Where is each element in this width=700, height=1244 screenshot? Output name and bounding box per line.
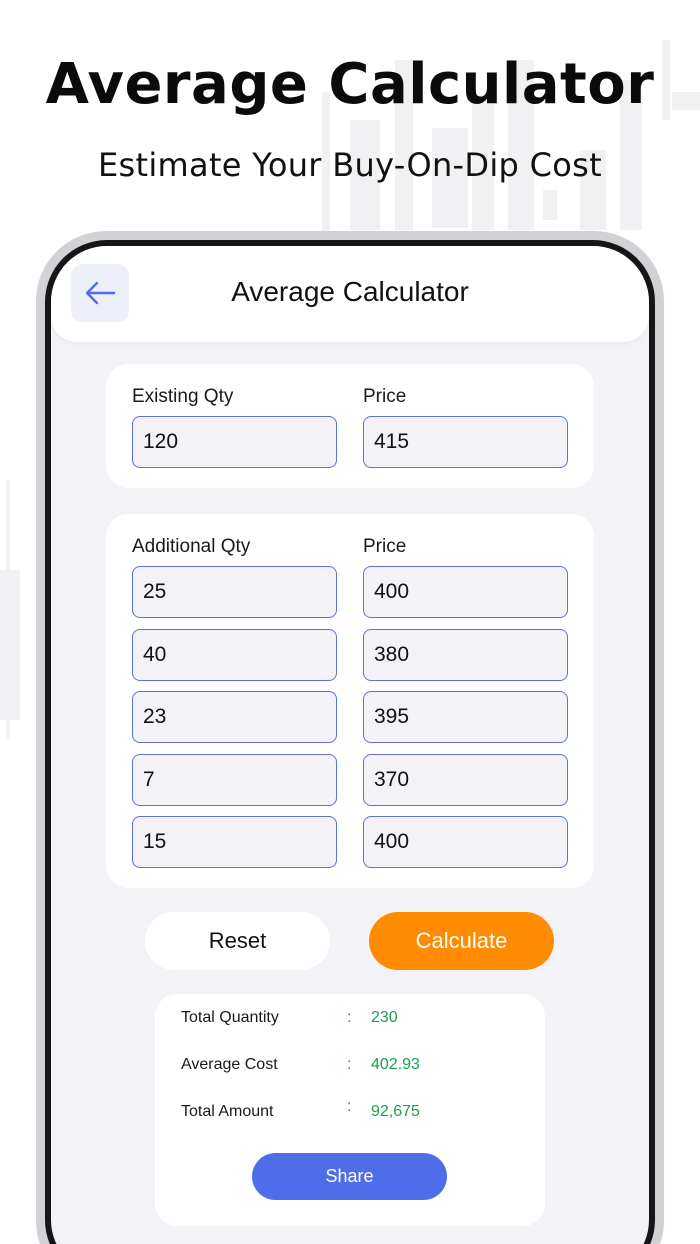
promo-title: Average Calculator xyxy=(45,52,655,117)
average-cost-value: 402.93 xyxy=(371,1056,420,1073)
average-cost-label: Average Cost xyxy=(181,1056,278,1073)
results-card: Total Quantity : 230 Average Cost : 402.… xyxy=(155,994,545,1226)
average-cost-separator: : xyxy=(347,1056,352,1073)
app-header: Average Calculator xyxy=(51,246,649,342)
existing-price-label: Price xyxy=(363,386,407,407)
additional-purchases-card: Additional Qty Price 25 400 40 380 23 39… xyxy=(106,514,594,888)
additional-qty-input-1[interactable]: 25 xyxy=(132,566,337,618)
additional-price-label: Price xyxy=(363,536,407,557)
page-title: Average Calculator xyxy=(231,276,469,307)
existing-position-card: Existing Qty Price 120 415 xyxy=(106,364,594,488)
total-amount-value: 92,675 xyxy=(371,1103,420,1120)
promo-subtitle: Estimate Your Buy-On-Dip Cost xyxy=(98,146,602,184)
additional-price-input-3[interactable]: 395 xyxy=(363,691,568,743)
existing-qty-label: Existing Qty xyxy=(132,386,234,407)
reset-button[interactable]: Reset xyxy=(145,912,330,970)
share-button[interactable]: Share xyxy=(252,1153,447,1200)
additional-price-input-2[interactable]: 380 xyxy=(363,629,568,681)
additional-price-input-1[interactable]: 400 xyxy=(363,566,568,618)
additional-qty-input-4[interactable]: 7 xyxy=(132,754,337,806)
additional-qty-input-5[interactable]: 15 xyxy=(132,816,337,868)
total-quantity-value: 230 xyxy=(371,1009,398,1026)
total-quantity-label: Total Quantity xyxy=(181,1009,279,1026)
additional-qty-label: Additional Qty xyxy=(132,536,251,557)
phone-frame: Average Calculator Existing Qty Price 12… xyxy=(36,231,664,1244)
existing-qty-input[interactable]: 120 xyxy=(132,416,337,468)
total-amount-label: Total Amount xyxy=(181,1103,274,1120)
additional-price-input-4[interactable]: 370 xyxy=(363,754,568,806)
app-screen: Average Calculator Existing Qty Price 12… xyxy=(51,246,649,1244)
additional-price-input-5[interactable]: 400 xyxy=(363,816,568,868)
additional-qty-input-3[interactable]: 23 xyxy=(132,691,337,743)
existing-price-input[interactable]: 415 xyxy=(363,416,568,468)
total-quantity-separator: : xyxy=(347,1009,352,1026)
calculate-button[interactable]: Calculate xyxy=(369,912,554,970)
phone-bezel: Average Calculator Existing Qty Price 12… xyxy=(45,240,655,1244)
total-amount-separator: : xyxy=(347,1098,352,1115)
additional-qty-input-2[interactable]: 40 xyxy=(132,629,337,681)
